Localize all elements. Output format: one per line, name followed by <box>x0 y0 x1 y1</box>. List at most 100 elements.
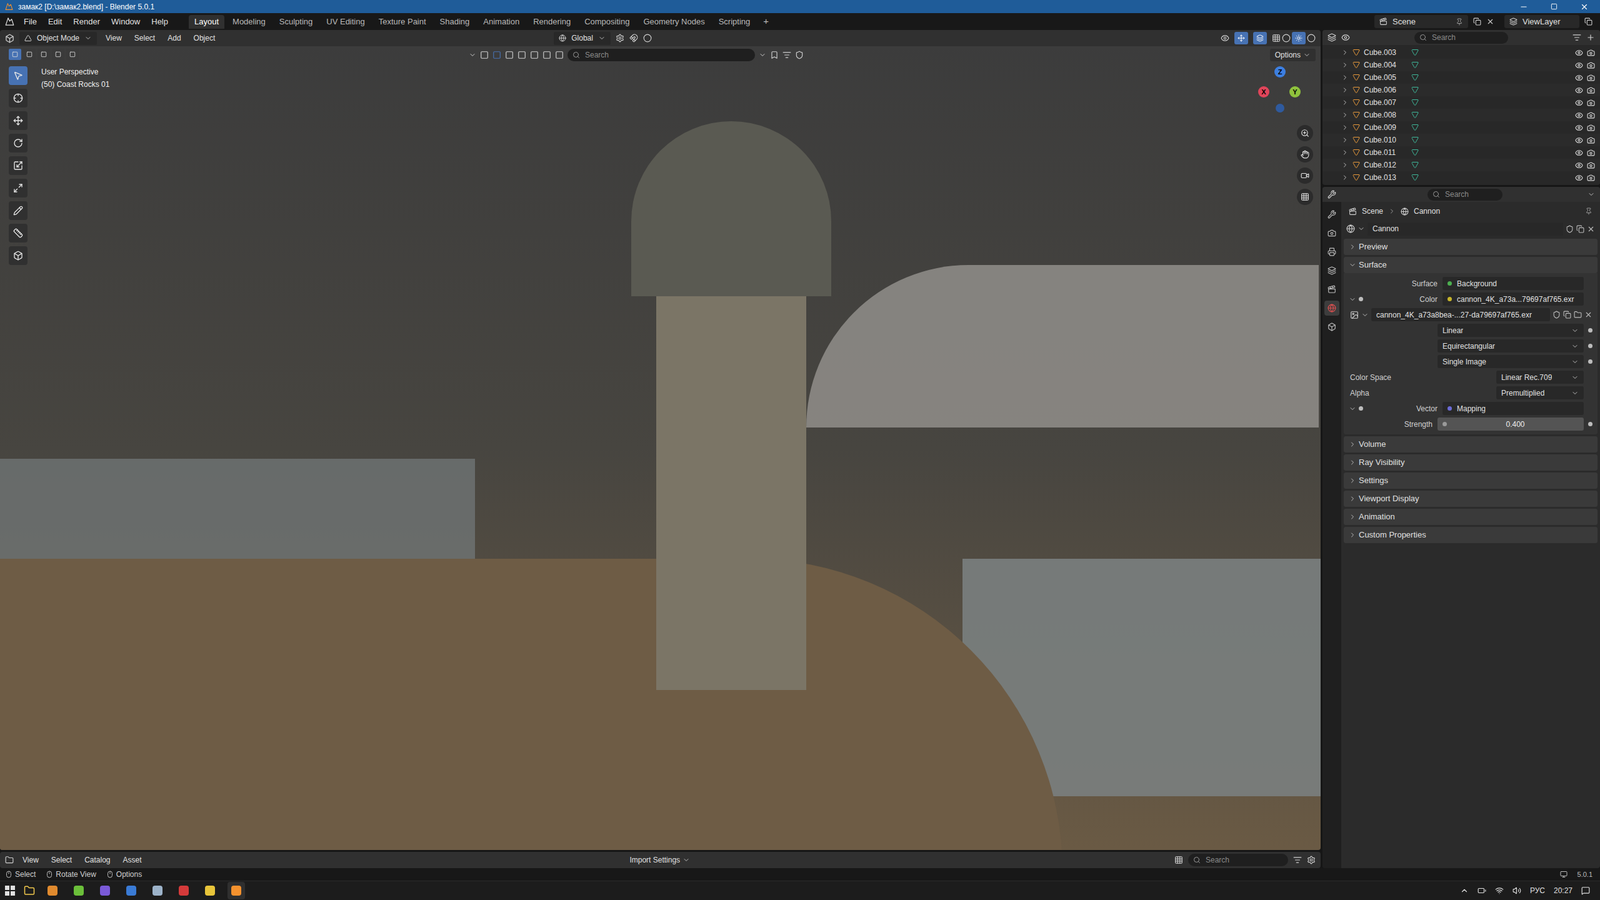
proportional-edit-icon[interactable] <box>643 33 652 43</box>
dropdown-icon[interactable] <box>1361 311 1369 319</box>
outliner-row[interactable]: Cube.006 <box>1322 83 1600 97</box>
fake-user-icon[interactable] <box>1565 225 1574 234</box>
panel-header[interactable]: Custom Properties <box>1343 526 1598 544</box>
filter-icon[interactable] <box>1293 855 1302 865</box>
outliner-row[interactable]: Cube.003 <box>1322 46 1600 59</box>
workspace-tab[interactable]: Shading <box>434 15 476 29</box>
scene-selector[interactable]: Scene <box>1374 15 1469 29</box>
properties-tab[interactable] <box>1324 206 1340 222</box>
editor-type-icon[interactable] <box>5 855 14 865</box>
tool-button[interactable] <box>8 246 28 265</box>
expand-icon[interactable] <box>1341 111 1349 119</box>
maximize-icon[interactable] <box>1550 3 1558 10</box>
workspace-tab[interactable]: Modeling <box>226 15 272 29</box>
expand-icon[interactable] <box>1341 136 1349 144</box>
panel-header[interactable]: Ray Visibility <box>1343 454 1598 471</box>
filter-icon[interactable] <box>1572 33 1582 42</box>
expand-icon[interactable] <box>1348 405 1357 413</box>
object-type-filter-icon[interactable] <box>505 50 514 60</box>
workspace-tab[interactable]: Scripting <box>713 15 757 29</box>
visibility-icon[interactable] <box>1575 173 1584 182</box>
workspace-tab[interactable]: Sculpting <box>273 15 319 29</box>
tool-button[interactable] <box>8 66 28 85</box>
taskbar-app-icon[interactable] <box>201 881 219 900</box>
start-button[interactable] <box>5 885 15 896</box>
outliner-row[interactable]: Cube.008 <box>1322 108 1600 122</box>
unlink-icon[interactable] <box>1586 225 1595 234</box>
editor-type-icon[interactable] <box>1327 33 1337 42</box>
editor-type-icon[interactable] <box>5 33 15 44</box>
render-visibility-icon[interactable] <box>1586 86 1595 95</box>
render-visibility-icon[interactable] <box>1586 173 1595 182</box>
visibility-icon[interactable] <box>1575 161 1584 170</box>
object-type-filter-icon[interactable] <box>480 50 489 60</box>
tool-button[interactable] <box>8 156 28 175</box>
tray-overflow-icon[interactable] <box>1460 886 1469 895</box>
render-visibility-icon[interactable] <box>1586 136 1595 145</box>
render-visibility-icon[interactable] <box>1586 148 1595 157</box>
workspace-tab[interactable]: Texture Paint <box>373 15 432 29</box>
material-preview-button[interactable] <box>1291 31 1306 45</box>
panel-header[interactable]: Volume <box>1343 436 1598 453</box>
properties-tab[interactable] <box>1324 244 1340 260</box>
panel-header[interactable]: Settings <box>1343 472 1598 489</box>
workspace-tab[interactable]: Geometry Nodes <box>637 15 710 29</box>
bookmark-icon[interactable] <box>770 50 779 60</box>
editor-type-icon[interactable] <box>1327 190 1337 199</box>
settings-icon[interactable] <box>1306 855 1316 865</box>
tool-button[interactable] <box>8 223 28 243</box>
explorer-icon[interactable] <box>23 885 35 897</box>
select-mode-button[interactable] <box>51 48 65 60</box>
object-type-filter-icon[interactable] <box>542 50 552 60</box>
unlink-icon[interactable] <box>1584 310 1593 319</box>
options-icon[interactable] <box>1587 190 1595 199</box>
properties-search[interactable]: Search <box>1427 188 1503 201</box>
world-browse-icon[interactable] <box>1346 224 1355 234</box>
duplicate-icon[interactable] <box>1576 225 1585 234</box>
render-visibility-icon[interactable] <box>1586 73 1595 82</box>
outliner-row[interactable]: Cube.013 <box>1322 171 1600 184</box>
outliner-row[interactable]: Cube.004 <box>1322 58 1600 72</box>
outliner-row[interactable]: Cube.012 <box>1322 158 1600 172</box>
workspace-tab[interactable]: Animation <box>477 15 525 29</box>
taskbar-app-icon[interactable] <box>227 881 245 900</box>
properties-tab[interactable] <box>1324 263 1340 279</box>
new-view-layer-icon[interactable] <box>1584 17 1593 26</box>
close-icon[interactable] <box>1580 2 1589 12</box>
open-file-icon[interactable] <box>1573 310 1582 319</box>
field[interactable]: Equirectangular <box>1437 339 1584 353</box>
field[interactable]: Single Image <box>1437 355 1584 369</box>
menu-item[interactable]: Window <box>106 15 145 29</box>
tool-button[interactable] <box>8 178 28 198</box>
expand-icon[interactable] <box>1341 161 1349 169</box>
volume-icon[interactable] <box>1512 886 1522 895</box>
field[interactable]: Mapping <box>1442 401 1584 415</box>
properties-tab[interactable] <box>1324 225 1340 241</box>
asset-search[interactable]: Search <box>1188 853 1289 867</box>
field[interactable]: Premultiplied <box>1496 386 1584 400</box>
filter-dropdown-icon[interactable] <box>468 51 477 59</box>
menu-item[interactable]: Edit <box>43 15 67 29</box>
properties-tab[interactable] <box>1324 319 1340 335</box>
taskbar-app-icon[interactable] <box>122 881 140 900</box>
gizmo-toggle[interactable] <box>1234 31 1249 45</box>
properties-tab[interactable] <box>1324 281 1340 297</box>
render-visibility-icon[interactable] <box>1586 111 1595 120</box>
fake-user-icon[interactable] <box>1552 310 1561 319</box>
select-mode-button[interactable] <box>66 48 79 60</box>
tool-button[interactable] <box>8 201 28 220</box>
nav-button[interactable] <box>1296 146 1314 163</box>
render-visibility-icon[interactable] <box>1586 98 1595 107</box>
import-settings[interactable]: Import Settings <box>629 854 690 866</box>
outliner-row[interactable]: Cube.010 <box>1322 133 1600 147</box>
language-indicator[interactable]: РУС <box>1530 885 1545 897</box>
pivot-icon[interactable] <box>615 33 625 43</box>
menu-item[interactable]: Help <box>146 15 173 29</box>
asset-menu[interactable]: Select <box>47 854 76 866</box>
outliner-row[interactable]: Cube.009 <box>1322 121 1600 134</box>
viewport-menu[interactable]: Add <box>163 32 185 44</box>
workspace-tab[interactable]: Layout <box>188 15 225 29</box>
panel-header[interactable]: Animation <box>1343 508 1598 525</box>
tool-button[interactable] <box>8 111 28 130</box>
overlay-toggle[interactable] <box>1253 31 1267 45</box>
